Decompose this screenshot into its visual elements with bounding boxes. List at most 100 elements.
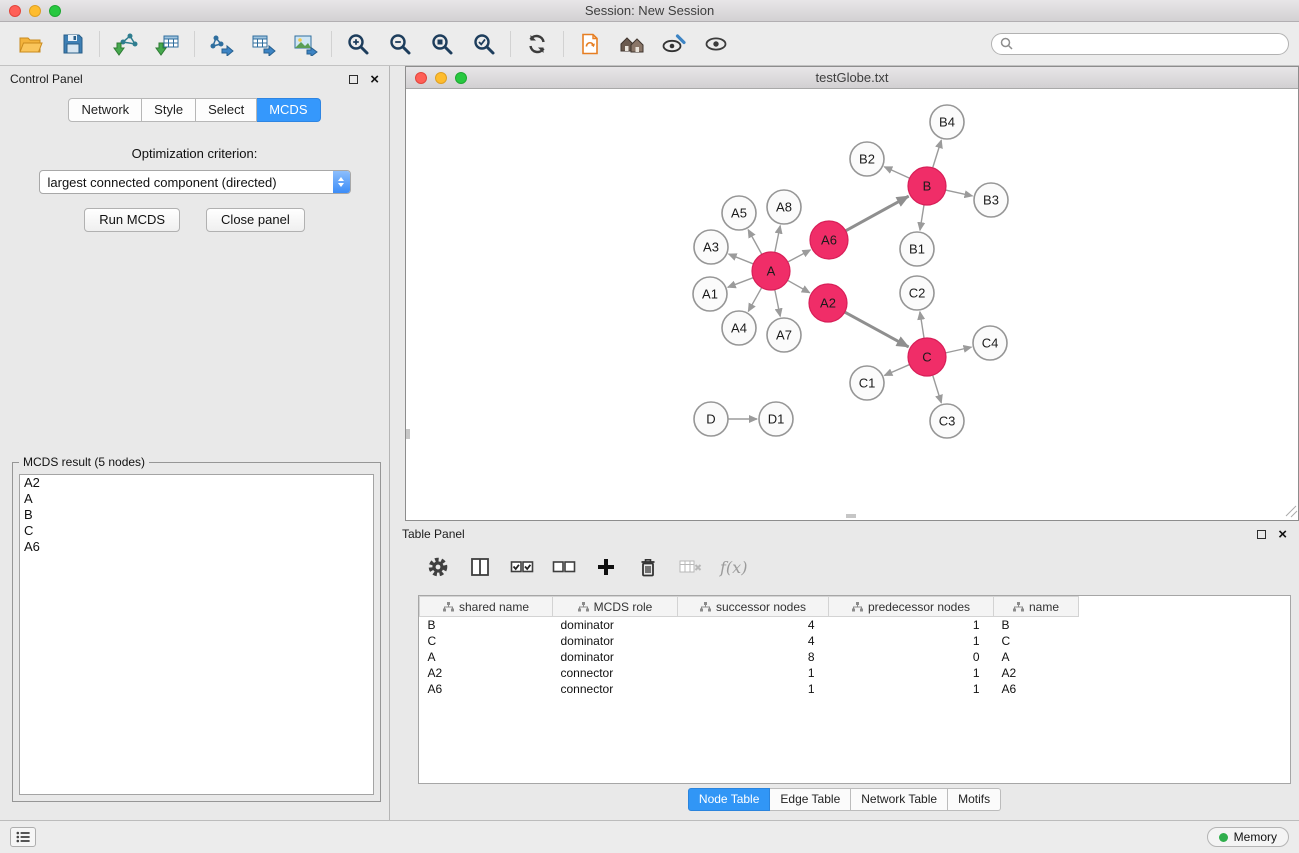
result-item[interactable]: A — [20, 491, 373, 507]
cell[interactable]: A — [420, 649, 553, 665]
cell[interactable]: A6 — [994, 681, 1079, 697]
table-row[interactable]: Adominator80A — [420, 649, 1291, 665]
cell[interactable]: dominator — [553, 633, 678, 649]
tab-select[interactable]: Select — [196, 98, 257, 122]
show-all-icon[interactable] — [695, 27, 737, 61]
cell[interactable]: A2 — [994, 665, 1079, 681]
zoom-window-button[interactable] — [49, 5, 61, 17]
table-row[interactable]: Cdominator41C — [420, 633, 1291, 649]
cell[interactable]: 1 — [829, 681, 994, 697]
edge-A-A7[interactable] — [775, 290, 780, 317]
mcds-result-list[interactable]: A2ABCA6 — [19, 474, 374, 795]
tab-node-table[interactable]: Node Table — [688, 788, 771, 811]
float-panel-icon[interactable] — [349, 75, 358, 84]
function-builder-icon[interactable]: f(x) — [714, 558, 753, 577]
deselect-all-icon[interactable] — [546, 552, 582, 582]
node-B1[interactable]: B1 — [900, 232, 934, 266]
network-minimize-button[interactable] — [435, 72, 447, 84]
network-canvas[interactable]: B4B2BB3A5A8A6B1A3AC2A1A2A4A7C4CC1C3DD1 — [406, 89, 1298, 520]
node-B4[interactable]: B4 — [930, 105, 964, 139]
tab-edge-table[interactable]: Edge Table — [770, 788, 851, 811]
cell[interactable]: 8 — [678, 649, 829, 665]
column-header-mcds-role[interactable]: MCDS role — [553, 597, 678, 617]
cell[interactable]: 4 — [678, 617, 829, 633]
zoom-selected-icon[interactable] — [463, 27, 505, 61]
export-image-icon[interactable] — [284, 27, 326, 61]
column-header-name[interactable]: name — [994, 597, 1079, 617]
cell[interactable]: B — [420, 617, 553, 633]
cell[interactable]: C — [994, 633, 1079, 649]
tab-mcds[interactable]: MCDS — [257, 98, 320, 122]
network-window-titlebar[interactable]: testGlobe.txt — [406, 67, 1298, 89]
edge-A-A5[interactable] — [748, 230, 762, 255]
minimize-window-button[interactable] — [29, 5, 41, 17]
edge-A-A1[interactable] — [728, 278, 753, 288]
cell[interactable]: 0 — [829, 649, 994, 665]
combo-stepper[interactable] — [333, 171, 350, 193]
first-neighbors-icon[interactable] — [611, 27, 653, 61]
cell[interactable]: A — [994, 649, 1079, 665]
edge-C-C2[interactable] — [920, 312, 924, 338]
tab-network-table[interactable]: Network Table — [851, 788, 948, 811]
delete-column-icon[interactable] — [630, 552, 666, 582]
close-panel-button[interactable]: Close panel — [206, 208, 305, 232]
edge-C-C3[interactable] — [933, 375, 942, 403]
vertical-scroll-thumb[interactable] — [406, 429, 410, 439]
result-item[interactable]: C — [20, 523, 373, 539]
edge-B-B4[interactable] — [933, 140, 942, 168]
create-column-icon[interactable] — [588, 552, 624, 582]
refresh-icon[interactable] — [516, 27, 558, 61]
manage-networks-icon[interactable] — [569, 27, 611, 61]
show-columns-icon[interactable] — [462, 552, 498, 582]
edge-C-C4[interactable] — [946, 347, 972, 353]
node-B[interactable]: B — [908, 167, 946, 205]
import-table-icon[interactable] — [147, 27, 189, 61]
horizontal-scroll-thumb[interactable] — [846, 514, 856, 518]
column-header-successor-nodes[interactable]: successor nodes — [678, 597, 829, 617]
edge-A-A3[interactable] — [729, 254, 754, 264]
close-table-panel-icon[interactable]: × — [1278, 527, 1287, 542]
zoom-fit-icon[interactable] — [421, 27, 463, 61]
node-A6[interactable]: A6 — [810, 221, 848, 259]
cell[interactable]: 1 — [829, 633, 994, 649]
memory-button[interactable]: Memory — [1207, 827, 1289, 847]
cell[interactable]: A6 — [420, 681, 553, 697]
table-row[interactable]: A2connector11A2 — [420, 665, 1291, 681]
cell[interactable]: 1 — [829, 665, 994, 681]
node-A2[interactable]: A2 — [809, 284, 847, 322]
search-field[interactable] — [991, 33, 1289, 55]
cell[interactable]: 1 — [678, 665, 829, 681]
select-all-icon[interactable] — [504, 552, 540, 582]
edge-C-C1[interactable] — [884, 365, 909, 376]
tab-style[interactable]: Style — [142, 98, 196, 122]
save-session-icon[interactable] — [52, 27, 94, 61]
float-table-panel-icon[interactable] — [1257, 530, 1266, 539]
open-session-icon[interactable] — [10, 27, 52, 61]
cell[interactable]: connector — [553, 681, 678, 697]
network-close-button[interactable] — [415, 72, 427, 84]
cell[interactable]: connector — [553, 665, 678, 681]
close-window-button[interactable] — [9, 5, 21, 17]
table-row[interactable]: A6connector11A6 — [420, 681, 1291, 697]
edge-A-A8[interactable] — [775, 226, 780, 253]
import-network-icon[interactable] — [105, 27, 147, 61]
zoom-in-icon[interactable] — [337, 27, 379, 61]
node-D[interactable]: D — [694, 402, 728, 436]
export-table-icon[interactable] — [242, 27, 284, 61]
node-C[interactable]: C — [908, 338, 946, 376]
node-C1[interactable]: C1 — [850, 366, 884, 400]
result-item[interactable]: A2 — [20, 475, 373, 491]
cell[interactable]: dominator — [553, 649, 678, 665]
search-input[interactable] — [1019, 37, 1280, 51]
result-item[interactable]: A6 — [20, 539, 373, 555]
node-A8[interactable]: A8 — [767, 190, 801, 224]
optimization-criterion-select[interactable]: largest connected component (directed) — [39, 170, 351, 194]
network-zoom-button[interactable] — [455, 72, 467, 84]
tab-network[interactable]: Network — [68, 98, 142, 122]
column-header-shared-name[interactable]: shared name — [420, 597, 553, 617]
task-history-button[interactable] — [10, 827, 36, 847]
node-C4[interactable]: C4 — [973, 326, 1007, 360]
cell[interactable]: 4 — [678, 633, 829, 649]
node-A7[interactable]: A7 — [767, 318, 801, 352]
cell[interactable]: B — [994, 617, 1079, 633]
